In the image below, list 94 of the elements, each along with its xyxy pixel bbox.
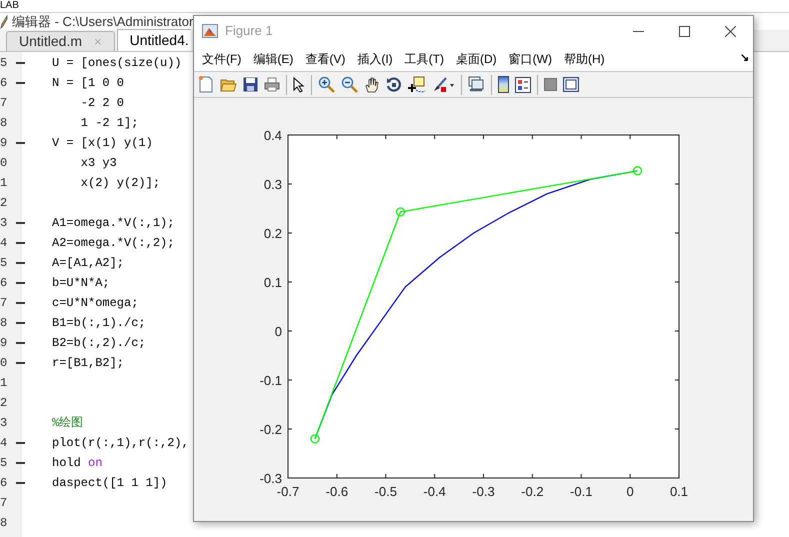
line-number: 3 xyxy=(0,415,8,432)
line-number: 4 xyxy=(0,435,8,452)
code-line: A1=omega.*V(:,1); xyxy=(52,215,174,232)
pointer-icon[interactable] xyxy=(293,76,305,92)
line-number: 1 xyxy=(0,375,8,392)
menu-item[interactable]: 桌面(D) xyxy=(450,50,503,68)
line-number: 8 xyxy=(0,515,8,532)
save-icon[interactable] xyxy=(243,77,258,92)
line-number: 6 xyxy=(0,275,8,292)
y-tick-label: -0.2 xyxy=(260,422,282,437)
code-line: -2 2 0 xyxy=(80,95,124,112)
code-line: U = [ones(size(u)) xyxy=(52,55,182,72)
line-number: 2 xyxy=(0,395,8,412)
line-number: 4 xyxy=(0,235,8,252)
code-line: plot(r(:,1),r(:,2), xyxy=(52,435,189,452)
line-number: 7 xyxy=(0,95,8,112)
maximize-icon[interactable] xyxy=(678,26,690,36)
line-number: 2 xyxy=(0,195,8,212)
line-number: 7 xyxy=(0,495,8,512)
menu-item[interactable]: 窗口(W) xyxy=(502,50,558,68)
new-file-icon[interactable] xyxy=(198,76,214,93)
line-number: 1 xyxy=(0,175,8,192)
y-tick-label: 0.2 xyxy=(264,226,282,241)
x-tick-label: -0.7 xyxy=(276,484,300,499)
link-icon[interactable] xyxy=(468,76,485,93)
menu-item[interactable]: 帮助(H) xyxy=(558,50,611,68)
editor-tab[interactable]: Untitled4. xyxy=(116,29,191,51)
hand-icon[interactable] xyxy=(364,76,380,92)
brush-icon[interactable] xyxy=(432,76,455,92)
code-line: x(2) y(2)]; xyxy=(80,175,160,192)
show-tools-icon[interactable] xyxy=(563,77,579,92)
line-number: 8 xyxy=(0,115,8,132)
editor-title: 编辑器 - C:\Users\Administrator xyxy=(12,12,194,31)
line-number: 6 xyxy=(0,75,8,92)
pencil-icon xyxy=(0,14,8,28)
menu-item[interactable]: 插入(I) xyxy=(351,50,399,68)
code-line: %绘图 xyxy=(52,415,84,432)
code-line: V = [x(1) y(1) xyxy=(52,135,153,152)
line-number: 0 xyxy=(0,355,8,372)
code-line: daspect([1 1 1]) xyxy=(52,475,168,492)
menu-overflow[interactable]: ↘ xyxy=(740,50,749,67)
x-tick-label: 0 xyxy=(626,484,634,499)
code-line: b=U*N*A; xyxy=(52,275,110,292)
line-number: 5 xyxy=(0,455,8,472)
x-tick-label: -0.4 xyxy=(423,484,446,499)
code-line: B1=b(:,1)./c; xyxy=(52,315,146,332)
line-number: 6 xyxy=(0,475,8,492)
window-title: Figure 1 xyxy=(225,22,273,40)
x-tick-label: -0.2 xyxy=(521,484,544,499)
open-folder-icon[interactable] xyxy=(220,78,237,92)
line-number: 0 xyxy=(0,155,8,172)
code-line: B2=b(:,2)./c; xyxy=(52,335,146,352)
menu-item[interactable]: 编辑(E) xyxy=(247,50,300,68)
app-logo-icon xyxy=(202,24,218,38)
line-number: 7 xyxy=(0,295,8,312)
legend-icon[interactable] xyxy=(515,76,531,92)
x-tick-label: -0.3 xyxy=(472,484,495,499)
x-tick-label: -0.5 xyxy=(374,484,397,499)
print-icon[interactable] xyxy=(264,77,280,92)
menu-item[interactable]: 工具(T) xyxy=(398,50,450,68)
data-cursor-icon[interactable] xyxy=(408,76,426,94)
zoom-out-icon[interactable] xyxy=(341,76,358,93)
line-number: 3 xyxy=(0,215,8,232)
code-line: x3 y3 xyxy=(80,155,117,172)
code-line: 1 -2 1]; xyxy=(80,115,138,132)
colorbar-icon[interactable] xyxy=(498,76,509,93)
code-line: N = [1 0 0 xyxy=(52,75,124,92)
menu-item[interactable]: 查看(V) xyxy=(299,50,352,68)
x-tick-label: -0.6 xyxy=(326,484,348,499)
line-number: 5 xyxy=(0,255,8,272)
y-tick-label: -0.1 xyxy=(260,373,282,388)
zoom-in-icon[interactable] xyxy=(318,76,335,93)
y-tick-label: 0.4 xyxy=(264,128,282,143)
rotate-icon[interactable] xyxy=(386,76,402,92)
line-number: 9 xyxy=(0,335,8,352)
app-title: LAB xyxy=(0,0,19,12)
y-tick-label: 0.1 xyxy=(264,275,282,290)
code-line: A2=omega.*V(:,2); xyxy=(52,235,174,252)
minimize-icon[interactable] xyxy=(632,30,644,32)
code-line: A=[A1,A2]; xyxy=(52,255,124,272)
close-icon[interactable] xyxy=(724,26,736,36)
line-number: 8 xyxy=(0,315,8,332)
x-tick-label: 0.1 xyxy=(670,484,688,499)
code-line: r=[B1,B2]; xyxy=(52,355,124,372)
x-tick-label: -0.1 xyxy=(570,484,592,499)
line-number: 5 xyxy=(0,55,8,72)
y-tick-label: -0.3 xyxy=(260,471,282,486)
y-tick-label: 0 xyxy=(274,324,282,339)
code-line: c=U*N*omega; xyxy=(52,295,138,312)
editor-tab[interactable]: Untitled.m × xyxy=(6,31,115,51)
code-line: hold on xyxy=(52,455,102,472)
line-number: 9 xyxy=(0,135,8,152)
y-tick-label: 0.3 xyxy=(264,177,282,192)
menu-item[interactable]: 文件(F) xyxy=(196,50,248,68)
